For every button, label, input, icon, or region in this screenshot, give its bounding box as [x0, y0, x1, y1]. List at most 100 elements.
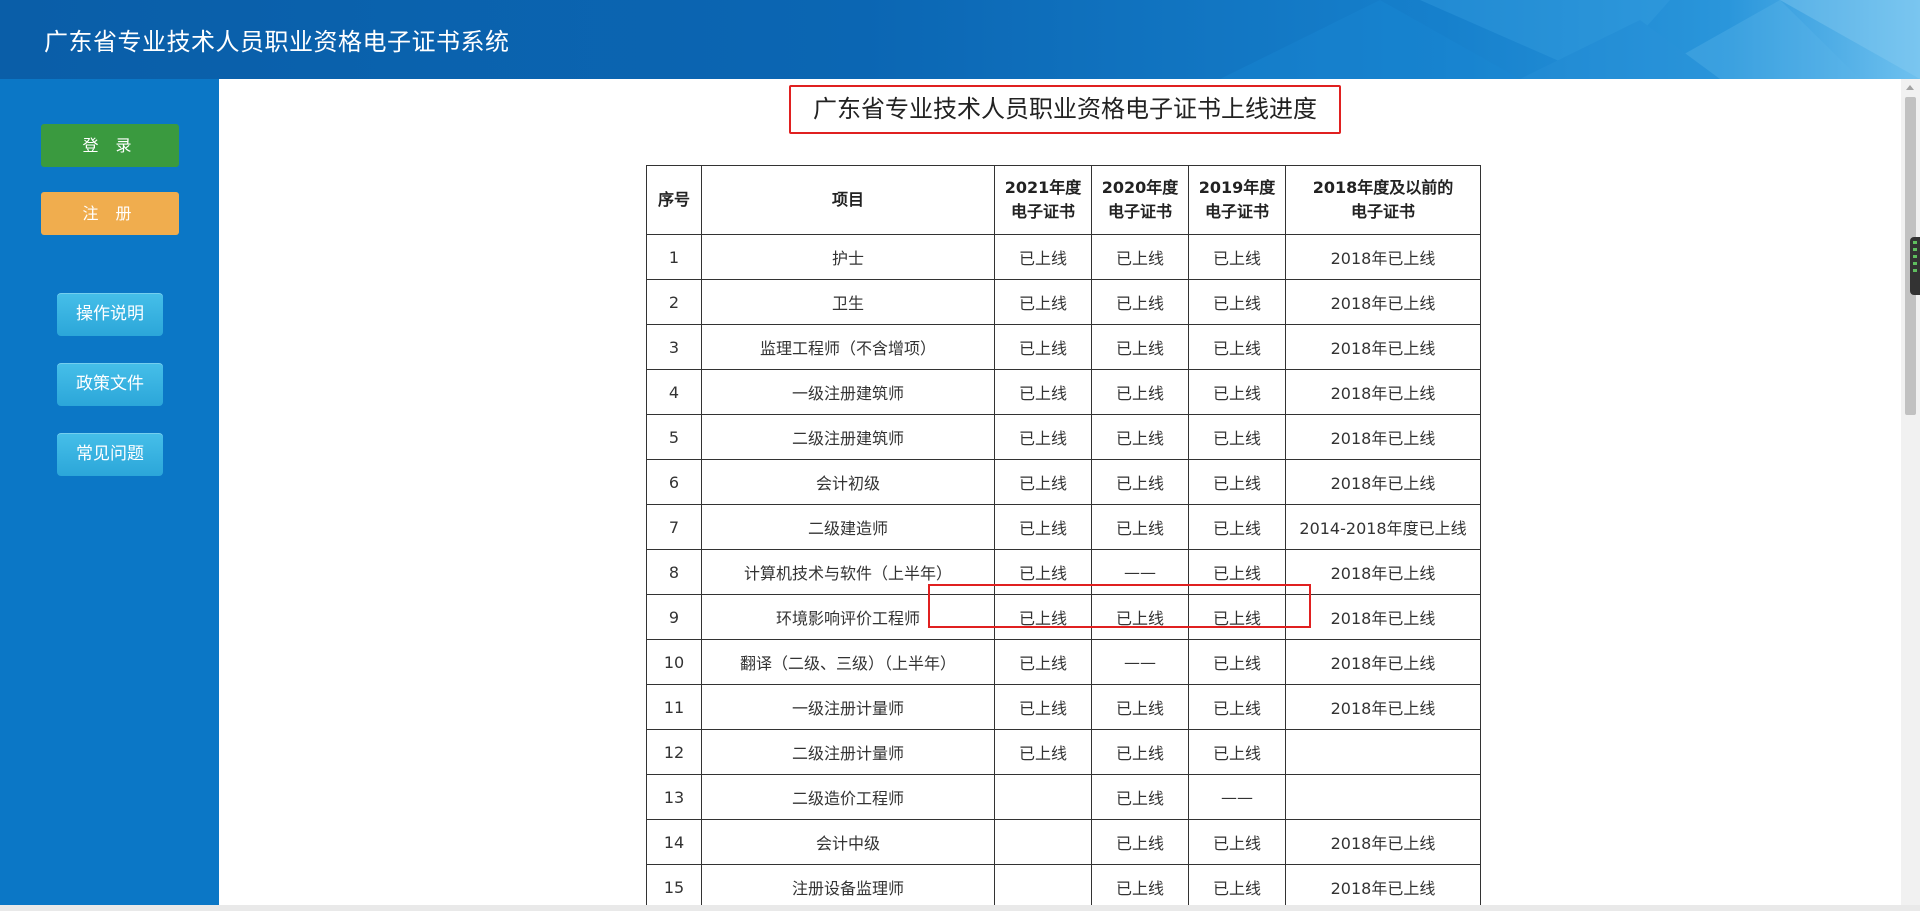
cell-2021 [994, 819, 1092, 865]
cell-2020: 已上线 [1091, 729, 1189, 775]
table-header-row: 序号 项目 2021年度 电子证书 2020年度 电子证书 2019年度 电子证书 2… [646, 165, 1481, 235]
faq-button[interactable]: 常见问题 [57, 433, 163, 476]
cell-index: 11 [646, 684, 702, 730]
table-row: 7 二级建造师 已上线 已上线 已上线 2014-2018年度已上线 [646, 504, 1481, 550]
table-row: 3 监理工程师（不含增项） 已上线 已上线 已上线 2018年已上线 [646, 324, 1481, 370]
cell-project: 二级造价工程师 [701, 774, 995, 820]
cell-2019: 已上线 [1188, 324, 1286, 370]
header-project: 项目 [701, 165, 995, 235]
cell-2019: 已上线 [1188, 729, 1286, 775]
cell-index: 7 [646, 504, 702, 550]
register-button[interactable]: 注 册 [41, 192, 179, 235]
header-decoration [1220, 0, 1920, 79]
sidebar: 登 录 注 册 操作说明 政策文件 常见问题 [0, 79, 219, 911]
vertical-scrollbar[interactable] [1901, 79, 1920, 911]
header-2018-and-before: 2018年度及以前的 电子证书 [1285, 165, 1481, 235]
cell-2020: —— [1091, 549, 1189, 595]
cell-index: 3 [646, 324, 702, 370]
cell-2018: 2018年已上线 [1285, 324, 1481, 370]
cell-project: 一级注册计量师 [701, 684, 995, 730]
cell-2019: —— [1188, 774, 1286, 820]
cell-2021: 已上线 [994, 234, 1092, 280]
cell-2018: 2018年已上线 [1285, 864, 1481, 910]
cell-project: 计算机技术与软件（上半年） [701, 549, 995, 595]
guide-button[interactable]: 操作说明 [57, 293, 163, 336]
cell-2020: 已上线 [1091, 774, 1189, 820]
header-2020: 2020年度 电子证书 [1091, 165, 1189, 235]
cell-2019: 已上线 [1188, 684, 1286, 730]
cell-2021: 已上线 [994, 594, 1092, 640]
cell-2020: 已上线 [1091, 369, 1189, 415]
cell-index: 1 [646, 234, 702, 280]
table-row: 12 二级注册计量师 已上线 已上线 已上线 [646, 729, 1481, 775]
cell-project: 一级注册建筑师 [701, 369, 995, 415]
table-row: 5 二级注册建筑师 已上线 已上线 已上线 2018年已上线 [646, 414, 1481, 460]
cell-2020: 已上线 [1091, 504, 1189, 550]
cell-2018: 2018年已上线 [1285, 414, 1481, 460]
cell-index: 8 [646, 549, 702, 595]
top-header: 广东省专业技术人员职业资格电子证书系统 [0, 0, 1920, 79]
cell-index: 9 [646, 594, 702, 640]
cell-2019: 已上线 [1188, 639, 1286, 685]
cell-project: 护士 [701, 234, 995, 280]
cell-project: 卫生 [701, 279, 995, 325]
cell-2018: 2014-2018年度已上线 [1285, 504, 1481, 550]
cell-2018: 2018年已上线 [1285, 234, 1481, 280]
cell-2020: 已上线 [1091, 459, 1189, 505]
cell-2020: 已上线 [1091, 864, 1189, 910]
cell-2019: 已上线 [1188, 234, 1286, 280]
cell-project: 二级注册计量师 [701, 729, 995, 775]
cell-2021: 已上线 [994, 324, 1092, 370]
cell-2018: 2018年已上线 [1285, 594, 1481, 640]
login-button[interactable]: 登 录 [41, 124, 179, 167]
cell-2021: 已上线 [994, 684, 1092, 730]
cell-2018: 2018年已上线 [1285, 549, 1481, 595]
cell-2020: 已上线 [1091, 324, 1189, 370]
table-row: 9 环境影响评价工程师 已上线 已上线 已上线 2018年已上线 [646, 594, 1481, 640]
cell-2021: 已上线 [994, 639, 1092, 685]
progress-table: 序号 项目 2021年度 电子证书 2020年度 电子证书 2019年度 电子证书 2… [646, 165, 1481, 910]
cell-project: 二级建造师 [701, 504, 995, 550]
table-row: 1 护士 已上线 已上线 已上线 2018年已上线 [646, 234, 1481, 280]
table-row: 11 一级注册计量师 已上线 已上线 已上线 2018年已上线 [646, 684, 1481, 730]
table-row: 15 注册设备监理师 已上线 已上线 2018年已上线 [646, 864, 1481, 910]
bottom-edge [0, 905, 1920, 911]
cell-2018: 2018年已上线 [1285, 459, 1481, 505]
table-row: 6 会计初级 已上线 已上线 已上线 2018年已上线 [646, 459, 1481, 505]
table-row: 4 一级注册建筑师 已上线 已上线 已上线 2018年已上线 [646, 369, 1481, 415]
main-content: 广东省专业技术人员职业资格电子证书上线进度 序号 项目 2021年度 电子证书 2… [219, 79, 1901, 911]
cell-project: 注册设备监理师 [701, 864, 995, 910]
cell-2019: 已上线 [1188, 819, 1286, 865]
header-index: 序号 [646, 165, 702, 235]
cell-2021: 已上线 [994, 549, 1092, 595]
cell-2021: 已上线 [994, 369, 1092, 415]
cell-2020: 已上线 [1091, 414, 1189, 460]
cell-2020: 已上线 [1091, 234, 1189, 280]
cell-index: 14 [646, 819, 702, 865]
cell-2020: —— [1091, 639, 1189, 685]
cell-2019: 已上线 [1188, 594, 1286, 640]
cell-2020: 已上线 [1091, 594, 1189, 640]
cell-project: 翻译（二级、三级）（上半年） [701, 639, 995, 685]
cell-index: 6 [646, 459, 702, 505]
table-row: 8 计算机技术与软件（上半年） 已上线 —— 已上线 2018年已上线 [646, 549, 1481, 595]
cell-index: 2 [646, 279, 702, 325]
table-row: 13 二级造价工程师 已上线 —— [646, 774, 1481, 820]
cell-index: 15 [646, 864, 702, 910]
cell-2020: 已上线 [1091, 684, 1189, 730]
cell-2021 [994, 774, 1092, 820]
cell-2020: 已上线 [1091, 279, 1189, 325]
side-panel-handle[interactable] [1910, 237, 1920, 295]
scroll-up-arrow-icon[interactable] [1906, 85, 1914, 90]
cell-2018: 2018年已上线 [1285, 684, 1481, 730]
cell-index: 10 [646, 639, 702, 685]
cell-2018: 2018年已上线 [1285, 369, 1481, 415]
cell-2018: 2018年已上线 [1285, 639, 1481, 685]
app-title: 广东省专业技术人员职业资格电子证书系统 [44, 28, 510, 56]
cell-2021: 已上线 [994, 459, 1092, 505]
header-2021: 2021年度 电子证书 [994, 165, 1092, 235]
header-2019: 2019年度 电子证书 [1188, 165, 1286, 235]
page-title: 广东省专业技术人员职业资格电子证书上线进度 [789, 85, 1341, 134]
table-row: 2 卫生 已上线 已上线 已上线 2018年已上线 [646, 279, 1481, 325]
policy-files-button[interactable]: 政策文件 [57, 363, 163, 406]
